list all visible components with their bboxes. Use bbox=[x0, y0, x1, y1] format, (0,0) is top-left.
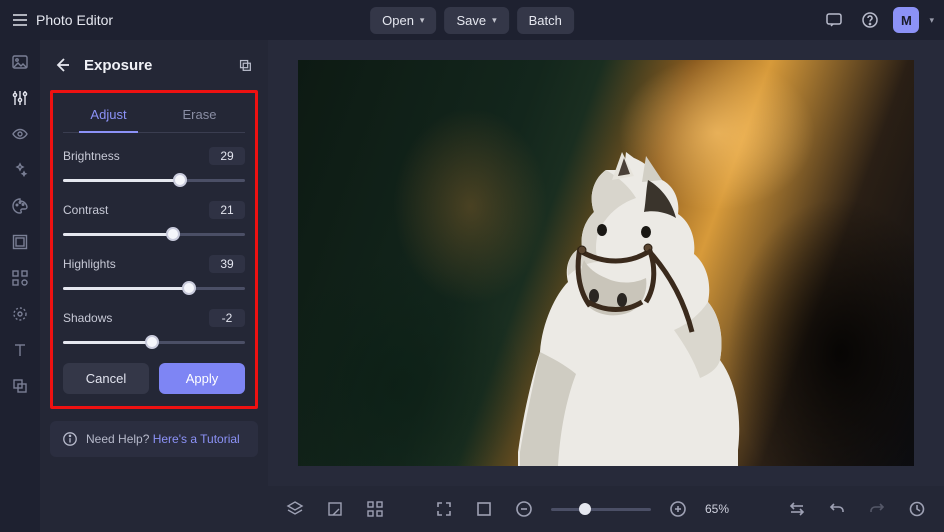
zoom-in-icon[interactable] bbox=[665, 496, 691, 522]
tool-elements[interactable] bbox=[10, 268, 30, 288]
shadows-slider[interactable] bbox=[63, 335, 245, 349]
compare-icon[interactable] bbox=[784, 496, 810, 522]
tool-retouch[interactable] bbox=[10, 304, 30, 324]
avatar[interactable]: M bbox=[893, 7, 919, 33]
app-title: Photo Editor bbox=[36, 12, 113, 28]
tab-adjust[interactable]: Adjust bbox=[63, 101, 154, 132]
highlights-value[interactable]: 39 bbox=[209, 255, 245, 273]
info-icon bbox=[62, 431, 78, 447]
shadows-value[interactable]: -2 bbox=[209, 309, 245, 327]
photo-preview bbox=[298, 60, 914, 466]
tool-image[interactable] bbox=[10, 52, 30, 72]
help-banner[interactable]: Need Help? Here's a Tutorial bbox=[50, 421, 258, 457]
horse-illustration bbox=[498, 152, 798, 466]
copy-icon[interactable] bbox=[232, 52, 258, 78]
contrast-value[interactable]: 21 bbox=[209, 201, 245, 219]
zoom-slider[interactable] bbox=[551, 502, 651, 516]
chevron-down-icon: ▾ bbox=[492, 15, 497, 26]
fit-icon[interactable] bbox=[471, 496, 497, 522]
chevron-down-icon: ▾ bbox=[420, 15, 425, 26]
undo-icon[interactable] bbox=[824, 496, 850, 522]
open-button[interactable]: Open▾ bbox=[370, 7, 436, 34]
back-button[interactable] bbox=[50, 53, 74, 77]
slider-highlights: Highlights39 bbox=[63, 255, 245, 295]
fullscreen-icon[interactable] bbox=[431, 496, 457, 522]
layers-icon[interactable] bbox=[282, 496, 308, 522]
feedback-icon[interactable] bbox=[821, 7, 847, 33]
highlights-slider[interactable] bbox=[63, 281, 245, 295]
tool-palette[interactable] bbox=[10, 196, 30, 216]
batch-button[interactable]: Batch bbox=[517, 7, 574, 34]
history-icon[interactable] bbox=[904, 496, 930, 522]
hamburger-menu[interactable] bbox=[10, 10, 30, 30]
tool-overlay[interactable] bbox=[10, 376, 30, 396]
chevron-down-icon[interactable]: ▾ bbox=[929, 15, 934, 26]
tool-frame[interactable] bbox=[10, 232, 30, 252]
panel-title: Exposure bbox=[84, 57, 222, 74]
slider-brightness: Brightness29 bbox=[63, 147, 245, 187]
cancel-button[interactable]: Cancel bbox=[63, 363, 149, 394]
export-icon[interactable] bbox=[322, 496, 348, 522]
zoom-out-icon[interactable] bbox=[511, 496, 537, 522]
exposure-controls-highlight: Adjust Erase Brightness29 Contrast21 Hig… bbox=[50, 90, 258, 409]
redo-icon[interactable] bbox=[864, 496, 890, 522]
save-button[interactable]: Save▾ bbox=[444, 7, 508, 34]
brightness-value[interactable]: 29 bbox=[209, 147, 245, 165]
apply-button[interactable]: Apply bbox=[159, 363, 245, 394]
tool-text[interactable] bbox=[10, 340, 30, 360]
help-icon[interactable] bbox=[857, 7, 883, 33]
tutorial-link[interactable]: Here's a Tutorial bbox=[153, 432, 240, 446]
grid-icon[interactable] bbox=[362, 496, 388, 522]
tool-eye[interactable] bbox=[10, 124, 30, 144]
tool-effects[interactable] bbox=[10, 160, 30, 180]
tab-erase[interactable]: Erase bbox=[154, 101, 245, 132]
zoom-value: 65% bbox=[705, 502, 741, 516]
slider-contrast: Contrast21 bbox=[63, 201, 245, 241]
brightness-slider[interactable] bbox=[63, 173, 245, 187]
canvas-area[interactable] bbox=[268, 40, 944, 486]
tool-adjust[interactable] bbox=[10, 88, 30, 108]
slider-shadows: Shadows-2 bbox=[63, 309, 245, 349]
contrast-slider[interactable] bbox=[63, 227, 245, 241]
